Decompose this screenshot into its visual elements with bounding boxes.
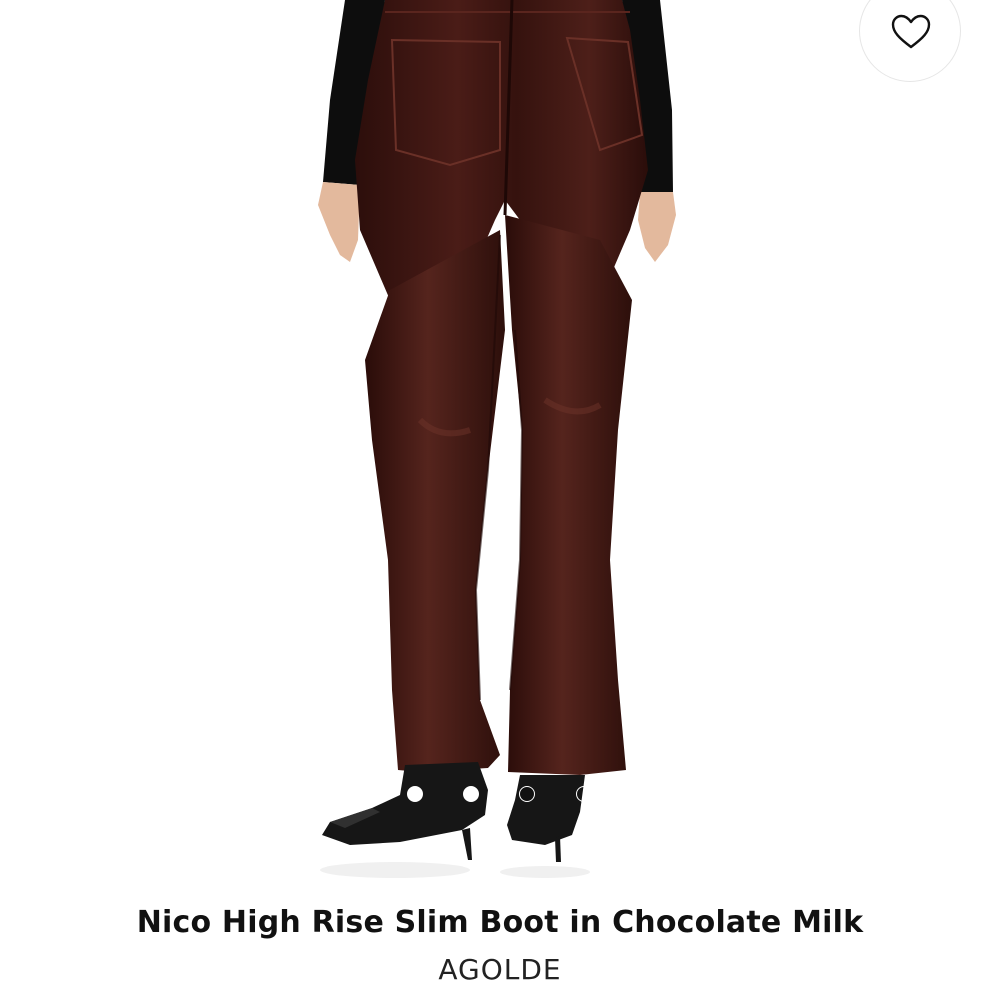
heart-outline-icon bbox=[891, 14, 931, 49]
image-carousel-dots bbox=[0, 786, 1000, 804]
carousel-dot-2[interactable] bbox=[463, 786, 479, 802]
product-image[interactable] bbox=[0, 0, 1000, 900]
carousel-dot-3[interactable] bbox=[519, 786, 535, 802]
brand-name[interactable]: AGOLDE bbox=[0, 953, 1000, 986]
model-photo bbox=[318, 0, 676, 878]
carousel-dot-4[interactable] bbox=[576, 786, 592, 802]
product-title[interactable]: Nico High Rise Slim Boot in Chocolate Mi… bbox=[0, 905, 1000, 940]
carousel-dot-1[interactable] bbox=[407, 786, 423, 802]
